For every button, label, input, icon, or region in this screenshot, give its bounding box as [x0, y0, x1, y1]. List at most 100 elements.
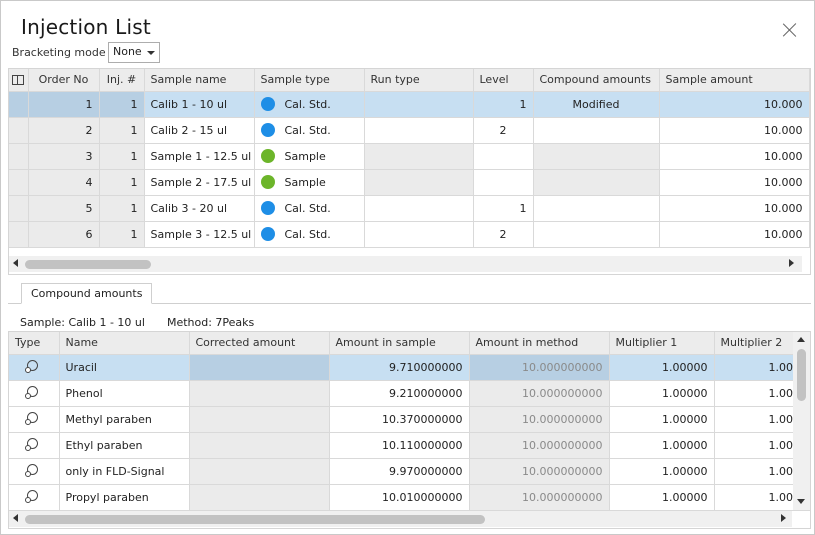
compound-name-cell[interactable]: only in FLD-Signal	[59, 458, 190, 485]
level-cell[interactable]	[473, 143, 534, 170]
compound-name-cell[interactable]: Methyl paraben	[59, 406, 190, 433]
bracketing-mode-select[interactable]: None	[108, 42, 160, 63]
row-selector[interactable]	[9, 169, 29, 196]
type-cell[interactable]	[9, 354, 60, 381]
amount-in-method-cell[interactable]: 10.000000000	[469, 458, 610, 485]
compound-amounts-cell[interactable]: Modified	[533, 91, 660, 118]
scroll-thumb[interactable]	[25, 260, 151, 269]
col-header-order-no[interactable]: Order No	[28, 69, 100, 92]
compound-row[interactable]: only in FLD-Signal 9.970000000 10.00000000…	[9, 458, 810, 485]
run-type-cell[interactable]	[364, 91, 474, 118]
injection-row[interactable]: 3 1 Sample 1 - 12.5 ul Sample 10.000	[9, 143, 810, 170]
compound-name-cell[interactable]: Phenol	[59, 380, 190, 407]
injection-row[interactable]: 6 1 Sample 3 - 12.5 ul Cal. Std. 2 10.00…	[9, 221, 810, 248]
sample-type-cell[interactable]: Sample	[254, 143, 365, 170]
sample-amount-cell[interactable]: 10.000	[659, 91, 810, 118]
compound-amounts-cell[interactable]	[533, 221, 660, 248]
sample-amount-cell[interactable]: 10.000	[659, 221, 810, 248]
level-cell[interactable]: 2	[473, 117, 534, 144]
amount-in-method-cell[interactable]: 10.000000000	[469, 354, 610, 381]
compound-name-cell[interactable]: Ethyl paraben	[59, 432, 190, 459]
row-selector[interactable]	[9, 195, 29, 222]
sample-name-cell[interactable]: Calib 2 - 15 ul	[144, 117, 255, 144]
amount-in-sample-cell[interactable]: 9.710000000	[329, 354, 470, 381]
sample-amount-cell[interactable]: 10.000	[659, 117, 810, 144]
sample-amount-cell[interactable]: 10.000	[659, 169, 810, 196]
multiplier-1-cell[interactable]: 1.00000	[609, 432, 715, 459]
injection-hscrollbar[interactable]	[9, 256, 802, 272]
sample-name-cell[interactable]: Sample 1 - 12.5 ul	[144, 143, 255, 170]
scroll-thumb[interactable]	[797, 349, 806, 401]
tab-compound-amounts[interactable]: Compound amounts	[21, 283, 153, 304]
scroll-left-icon[interactable]	[13, 259, 18, 267]
compound-amounts-cell[interactable]	[533, 143, 660, 170]
sample-name-cell[interactable]: Calib 1 - 10 ul	[144, 91, 255, 118]
scroll-left-icon[interactable]	[13, 514, 18, 522]
col-header-name[interactable]: Name	[59, 332, 190, 355]
multiplier-1-cell[interactable]: 1.00000	[609, 354, 715, 381]
scroll-up-icon[interactable]	[797, 337, 805, 342]
multiplier-1-cell[interactable]: 1.00000	[609, 380, 715, 407]
corrected-amount-cell[interactable]	[189, 432, 330, 459]
type-cell[interactable]	[9, 380, 60, 407]
corrected-amount-cell[interactable]	[189, 484, 330, 511]
injection-row[interactable]: 1 1 Calib 1 - 10 ul Cal. Std. 1 Modified…	[9, 91, 810, 118]
type-cell[interactable]	[9, 432, 60, 459]
amount-in-sample-cell[interactable]: 10.370000000	[329, 406, 470, 433]
compound-amounts-cell[interactable]	[533, 169, 660, 196]
level-cell[interactable]	[473, 169, 534, 196]
amount-in-method-cell[interactable]: 10.000000000	[469, 406, 610, 433]
multiplier-1-cell[interactable]: 1.00000	[609, 406, 715, 433]
sample-type-cell[interactable]: Cal. Std.	[254, 195, 365, 222]
corrected-amount-cell[interactable]	[189, 380, 330, 407]
column-chooser-button[interactable]	[9, 69, 29, 92]
col-header-multiplier-1[interactable]: Multiplier 1	[609, 332, 715, 355]
corrected-amount-cell[interactable]	[189, 354, 330, 381]
multiplier-1-cell[interactable]: 1.00000	[609, 458, 715, 485]
amount-in-method-cell[interactable]: 10.000000000	[469, 432, 610, 459]
compound-vscrollbar[interactable]	[793, 332, 810, 510]
compound-row[interactable]: Methyl paraben 10.370000000 10.000000000 1.…	[9, 406, 810, 433]
sample-type-cell[interactable]: Sample	[254, 169, 365, 196]
scroll-right-icon[interactable]	[781, 514, 786, 522]
sample-name-cell[interactable]: Sample 2 - 17.5 ul	[144, 169, 255, 196]
run-type-cell[interactable]	[364, 117, 474, 144]
sample-type-cell[interactable]: Cal. Std.	[254, 91, 365, 118]
injection-row[interactable]: 2 1 Calib 2 - 15 ul Cal. Std. 2 10.000	[9, 117, 810, 144]
row-selector[interactable]	[9, 143, 29, 170]
corrected-amount-cell[interactable]	[189, 406, 330, 433]
col-header-type[interactable]: Type	[9, 332, 60, 355]
multiplier-1-cell[interactable]: 1.00000	[609, 484, 715, 511]
sample-name-cell[interactable]: Sample 3 - 12.5 ul	[144, 221, 255, 248]
col-header-run-type[interactable]: Run type	[364, 69, 474, 92]
amount-in-method-cell[interactable]: 10.000000000	[469, 484, 610, 511]
compound-amounts-cell[interactable]	[533, 117, 660, 144]
amount-in-sample-cell[interactable]: 10.110000000	[329, 432, 470, 459]
col-header-amount-in-sample[interactable]: Amount in sample	[329, 332, 470, 355]
compound-amounts-cell[interactable]	[533, 195, 660, 222]
scroll-down-icon[interactable]	[797, 499, 805, 504]
row-selector[interactable]	[9, 221, 29, 248]
sample-type-cell[interactable]: Cal. Std.	[254, 221, 365, 248]
col-header-corrected-amount[interactable]: Corrected amount	[189, 332, 330, 355]
injection-row[interactable]: 4 1 Sample 2 - 17.5 ul Sample 10.000	[9, 169, 810, 196]
run-type-cell[interactable]	[364, 195, 474, 222]
type-cell[interactable]	[9, 458, 60, 485]
level-cell[interactable]: 1	[473, 91, 534, 118]
run-type-cell[interactable]	[364, 169, 474, 196]
level-cell[interactable]: 2	[473, 221, 534, 248]
close-icon[interactable]	[781, 21, 799, 39]
injection-row[interactable]: 5 1 Calib 3 - 20 ul Cal. Std. 1 10.000	[9, 195, 810, 222]
amount-in-sample-cell[interactable]: 9.970000000	[329, 458, 470, 485]
corrected-amount-cell[interactable]	[189, 458, 330, 485]
sample-type-cell[interactable]: Cal. Std.	[254, 117, 365, 144]
compound-row[interactable]: Phenol 9.210000000 10.000000000 1.00000 1.00	[9, 380, 810, 407]
compound-hscrollbar[interactable]	[9, 511, 792, 527]
col-header-inj[interactable]: Inj. #	[99, 69, 145, 92]
col-header-level[interactable]: Level	[473, 69, 534, 92]
compound-name-cell[interactable]: Propyl paraben	[59, 484, 190, 511]
compound-row[interactable]: Uracil 9.710000000 10.000000000 1.00000 1.00	[9, 354, 810, 381]
col-header-amount-in-method[interactable]: Amount in method	[469, 332, 610, 355]
compound-row[interactable]: Propyl paraben 10.010000000 10.000000000 1.…	[9, 484, 810, 511]
col-header-sample-type[interactable]: Sample type	[254, 69, 365, 92]
